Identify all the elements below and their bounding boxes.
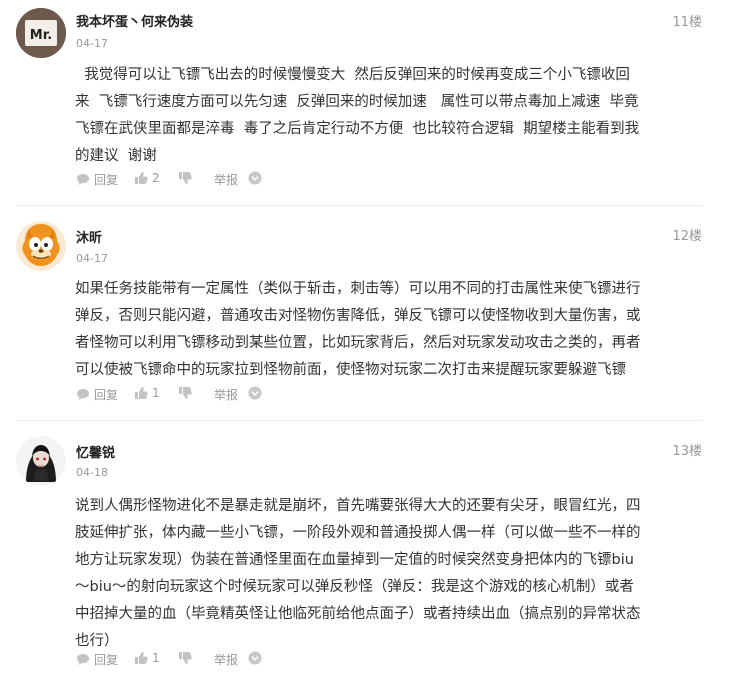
report-label: 举报 — [214, 388, 239, 402]
comment-body: 说到人偶形怪物进化不是暴走就是崩坏，首先嘴要张得大大的还要有尖牙，眼冒红光，四 … — [75, 493, 700, 655]
comment-line: 飞镖在武侠里面都是淬毒 毒了之后肯定行动不方便 也比较符合逻辑 期望楼主能看到我 — [75, 121, 640, 137]
reply-label: 回复 — [94, 653, 119, 667]
chevron-down-icon — [248, 651, 262, 665]
more-button[interactable] — [248, 386, 262, 400]
thumbs-up-icon — [135, 387, 148, 399]
like-count: 1 — [152, 386, 160, 400]
username[interactable]: 沐昕 — [76, 227, 102, 246]
comment-line: 说到人偶形怪物进化不是暴走就是崩坏，首先嘴要张得大大的还要有尖牙，眼冒红光，四 — [75, 498, 641, 514]
floor-number: 12楼 — [672, 229, 702, 244]
avatar[interactable] — [16, 436, 66, 486]
report-button[interactable]: 举报 — [210, 171, 238, 188]
avatar-text: Mr. — [30, 28, 52, 43]
comment-line: 的建议 谢谢 — [75, 148, 157, 164]
more-button[interactable] — [248, 171, 262, 185]
username[interactable]: 忆馨锐 — [76, 442, 115, 461]
avatar-mr-image: Mr. — [16, 8, 66, 58]
reply-icon — [77, 389, 89, 400]
more-button[interactable] — [248, 651, 262, 665]
comment-body: 如果任务技能带有一定属性（类似于斩击，刺击等）可以用不同的打击属性来使飞镖进行 … — [75, 276, 700, 384]
avatar-cat-image — [16, 221, 66, 271]
like-button[interactable]: 1 — [134, 651, 160, 665]
thumbs-down-icon — [179, 172, 192, 184]
comment-line: 也行） — [75, 633, 119, 649]
comment-line: 地方让玩家发现）伪装在普通怪里面在血量掉到一定值的时候突然变身把体内的飞镖biu — [75, 552, 634, 568]
thumbs-up-icon — [135, 652, 148, 664]
reply-label: 回复 — [94, 388, 119, 402]
reply-label: 回复 — [94, 173, 119, 187]
reply-button[interactable]: 回复 — [76, 386, 118, 403]
thumbs-down-icon — [179, 387, 192, 399]
comment-body: 我觉得可以让飞镖飞出去的时候慢慢变大 然后反弹回来的时候再变成三个小飞镖收回 来… — [75, 62, 700, 170]
reply-button[interactable]: 回复 — [76, 651, 118, 668]
report-button[interactable]: 举报 — [210, 651, 238, 668]
dislike-button[interactable] — [178, 171, 192, 185]
like-button[interactable]: 1 — [134, 386, 160, 400]
like-count: 2 — [152, 171, 160, 185]
report-label: 举报 — [214, 653, 239, 667]
post-date: 04-17 — [76, 252, 108, 265]
comment-line: 中招掉大量的血（毕竟精英怪让他临死前给他点面子）或者持续出血（搞点别的异常状态 — [75, 606, 641, 622]
comment-line: 弹反，否则只能闪避，普通攻击对怪物伤害降低，弹反飞镖可以使怪物收到大量伤害，或 — [75, 308, 641, 324]
reply-icon — [77, 654, 89, 665]
floor-number: 13楼 — [672, 444, 702, 459]
dislike-button[interactable] — [178, 386, 192, 400]
avatar-anime-image — [16, 436, 66, 486]
like-button[interactable]: 2 — [134, 171, 160, 185]
avatar[interactable]: Mr. — [16, 8, 66, 58]
thumbs-down-icon — [179, 652, 192, 664]
comment-line: 如果任务技能带有一定属性（类似于斩击，刺击等）可以用不同的打击属性来使飞镖进行 — [75, 281, 641, 297]
comment-line: ～biu～的射向玩家这个时候玩家可以弹反秒怪（弹反：我是这个游戏的核心机制）或者 — [75, 579, 634, 595]
divider — [16, 420, 702, 421]
divider — [16, 205, 702, 206]
comment-line: 来 飞镖飞行速度方面可以先匀速 反弹回来的时候加速 属性可以带点毒加上减速 毕竟 — [75, 94, 639, 110]
chevron-down-icon — [248, 386, 262, 400]
reply-icon — [77, 174, 89, 185]
comment-line: 者怪物可以利用飞镖移动到某些位置，比如玩家背后，然后对玩家发动攻击之类的，再者 — [75, 335, 641, 351]
dislike-button[interactable] — [178, 651, 192, 665]
floor-number: 11楼 — [672, 15, 702, 30]
avatar[interactable] — [16, 221, 66, 271]
comment-line: 肢延伸扩张，体内藏一些小飞镖，一阶段外观和普通投掷人偶一样（可以做一些不一样的 — [75, 525, 641, 541]
thumbs-up-icon — [135, 172, 148, 184]
post-date: 04-18 — [76, 466, 108, 479]
report-label: 举报 — [214, 173, 239, 187]
comment-line: 可以使被飞镖命中的玩家拉到怪物前面，使怪物对玩家二次打击来提醒玩家要躲避飞镖 — [75, 362, 626, 378]
reply-button[interactable]: 回复 — [76, 171, 118, 188]
chevron-down-icon — [248, 171, 262, 185]
comment-line: 我觉得可以让飞镖飞出去的时候慢慢变大 然后反弹回来的时候再变成三个小飞镖收回 — [75, 67, 630, 83]
report-button[interactable]: 举报 — [210, 386, 238, 403]
like-count: 1 — [152, 651, 160, 665]
post-date: 04-17 — [76, 37, 108, 50]
username[interactable]: 我本坏蛋丶何来伪装 — [76, 11, 193, 30]
